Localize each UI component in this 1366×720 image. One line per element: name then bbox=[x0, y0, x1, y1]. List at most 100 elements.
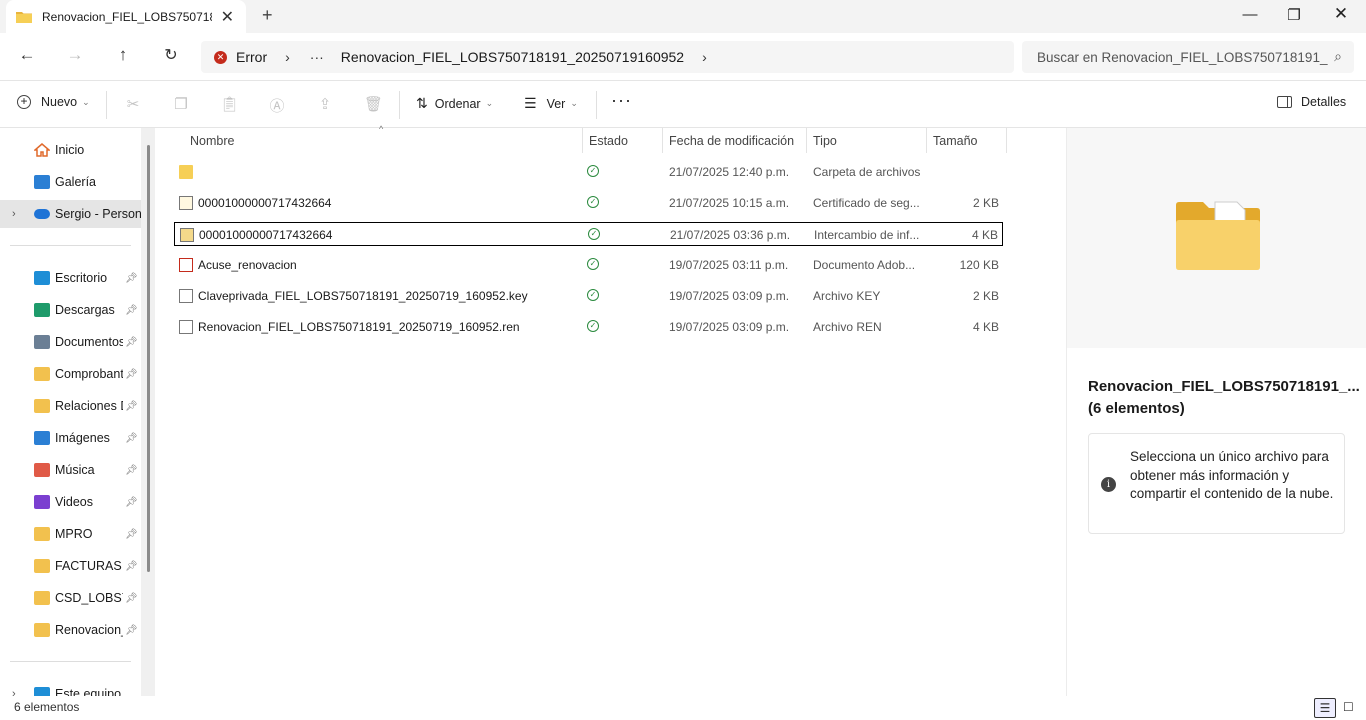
pin-icon[interactable]: 📌︎ bbox=[125, 465, 138, 476]
tab-title: Renovacion_FIEL_LOBS7507181 bbox=[42, 9, 212, 24]
column-header-modified[interactable]: Fecha de modificación bbox=[662, 128, 806, 153]
file-date: 21/07/2025 10:15 a.m. bbox=[669, 196, 790, 210]
sidebar-label: Descargas bbox=[55, 303, 115, 317]
chevron-right-icon[interactable]: › bbox=[702, 49, 707, 65]
rename-icon[interactable]: Ⓐ bbox=[268, 95, 286, 116]
more-path-button[interactable]: ··· bbox=[310, 49, 324, 65]
paste-icon[interactable]: 📋︎ bbox=[220, 95, 239, 113]
up-button[interactable]: ↑ bbox=[111, 45, 135, 65]
file-row[interactable]: ✓ 21/07/2025 12:40 p.m. Carpeta de archivo… bbox=[174, 160, 1003, 184]
pfx-icon bbox=[180, 228, 194, 242]
breadcrumb-current[interactable]: Renovacion_FIEL_LOBS750718191_2025071916… bbox=[341, 49, 684, 65]
file-name[interactable]: 00001000000717432664 bbox=[198, 196, 331, 210]
file-row[interactable]: 00001000000717432664 ✓ 21/07/2025 10:15 a.… bbox=[174, 191, 1003, 215]
sidebar-label: Imágenes bbox=[55, 431, 110, 445]
file-name[interactable]: Claveprivada_FIEL_LOBS750718191_20250719… bbox=[198, 289, 528, 303]
file-type: Archivo KEY bbox=[813, 289, 881, 303]
delete-icon[interactable]: 🗑︎ bbox=[364, 95, 383, 113]
pin-icon[interactable]: 📌︎ bbox=[125, 337, 138, 348]
error-label[interactable]: Error bbox=[236, 49, 267, 65]
pin-icon[interactable]: 📌︎ bbox=[125, 497, 138, 508]
pin-icon[interactable]: 📌︎ bbox=[125, 369, 138, 380]
divider bbox=[10, 661, 131, 662]
pin-icon[interactable]: 📌︎ bbox=[125, 625, 138, 636]
maximize-button[interactable]: ❐ bbox=[1284, 6, 1304, 24]
cut-icon[interactable]: ✂ bbox=[124, 95, 142, 113]
share-icon[interactable]: ⇪ bbox=[316, 95, 334, 113]
pin-icon[interactable]: 📌︎ bbox=[125, 529, 138, 540]
pin-icon[interactable]: 📌︎ bbox=[125, 273, 138, 284]
file-row[interactable]: 00001000000717432664 ✓ 21/07/2025 03:36 p.… bbox=[174, 222, 1003, 246]
tab-current-folder[interactable]: Renovacion_FIEL_LOBS7507181 ✕ bbox=[6, 0, 246, 33]
sidebar-label: MPRO bbox=[55, 527, 93, 541]
pin-icon[interactable]: 📌︎ bbox=[125, 561, 138, 572]
new-button[interactable]: + Nuevo ⌄ bbox=[17, 95, 90, 109]
certificate-icon bbox=[179, 196, 193, 210]
close-window-button[interactable]: ✕ bbox=[1331, 4, 1351, 24]
sidebar-item-pinned[interactable]: Música 📌︎ bbox=[0, 456, 141, 484]
details-label: Detalles bbox=[1301, 95, 1347, 109]
sidebar-item-onedrive[interactable]: › Sergio - Persona bbox=[0, 200, 141, 228]
folder-icon bbox=[34, 367, 50, 381]
more-options-button[interactable]: ··· bbox=[611, 90, 632, 111]
minimize-button[interactable]: — bbox=[1240, 6, 1260, 23]
chevron-right-icon[interactable]: › bbox=[12, 208, 16, 220]
info-icon: i bbox=[1101, 477, 1116, 492]
pin-icon[interactable]: 📌︎ bbox=[125, 593, 138, 604]
column-header-type[interactable]: Tipo bbox=[806, 128, 926, 153]
plus-circle-icon: + bbox=[17, 95, 31, 109]
search-input[interactable]: Buscar en Renovacion_FIEL_LOBS750718191_… bbox=[1022, 41, 1354, 73]
sidebar-item-pinned[interactable]: FACTURAS D📌︎ bbox=[0, 552, 141, 580]
sidebar-label: Renovacion_ bbox=[55, 623, 123, 637]
tiles-view-icon[interactable]: ☐ bbox=[1343, 700, 1354, 714]
sidebar-label: Sergio - Persona bbox=[55, 207, 141, 221]
file-date: 19/07/2025 03:09 p.m. bbox=[669, 289, 790, 303]
sidebar-item-home[interactable]: Inicio bbox=[0, 136, 141, 164]
pin-icon[interactable]: 📌︎ bbox=[125, 305, 138, 316]
back-button[interactable]: ← bbox=[15, 45, 39, 65]
sidebar-item-pinned[interactable]: Documentos 📌︎ bbox=[0, 328, 141, 356]
details-button[interactable]: Detalles bbox=[1277, 95, 1346, 109]
close-tab-icon[interactable]: ✕ bbox=[221, 7, 234, 27]
column-divider[interactable] bbox=[1006, 128, 1007, 153]
file-type: Intercambio de inf... bbox=[814, 228, 920, 242]
sidebar-item-pinned[interactable]: Comprobant 📌︎ bbox=[0, 360, 141, 388]
sidebar-item-pinned[interactable]: Descargas 📌︎ bbox=[0, 296, 141, 324]
chevron-right-icon[interactable]: › bbox=[285, 49, 290, 65]
sidebar-label: Música bbox=[55, 463, 95, 477]
chevron-right-icon[interactable]: › bbox=[12, 688, 16, 696]
info-text: Selecciona un único archivo para obtener… bbox=[1130, 449, 1334, 501]
column-header-status[interactable]: Estado bbox=[582, 128, 662, 153]
folder-icon bbox=[34, 399, 50, 413]
file-type: Documento Adob... bbox=[813, 258, 916, 272]
sidebar-item-this-pc[interactable]: › Este equipo bbox=[0, 680, 141, 696]
sidebar-item-pinned[interactable]: Relaciones D 📌︎ bbox=[0, 392, 141, 420]
file-row[interactable]: Renovacion_FIEL_LOBS750718191_20250719_1… bbox=[174, 315, 1003, 339]
file-name[interactable]: Acuse_renovacion bbox=[198, 258, 297, 272]
sidebar-item-pinned[interactable]: Escritorio 📌︎ bbox=[0, 264, 141, 292]
view-button[interactable]: ☰ Ver ⌄ bbox=[524, 95, 578, 112]
sidebar-item-gallery[interactable]: Galería bbox=[0, 168, 141, 196]
copy-icon[interactable]: ❐ bbox=[172, 95, 190, 113]
sidebar-item-pinned[interactable]: Renovacion_ 📌︎ bbox=[0, 616, 141, 644]
details-view-icon[interactable]: ☰ bbox=[1314, 698, 1336, 718]
file-name[interactable]: 00001000000717432664 bbox=[199, 228, 332, 242]
folder-preview-icon bbox=[1176, 201, 1260, 270]
refresh-button[interactable]: ↻ bbox=[159, 45, 183, 65]
sidebar-item-pinned[interactable]: CSD_LOBS75📌︎ bbox=[0, 584, 141, 612]
column-header-size[interactable]: Tamaño bbox=[926, 128, 1006, 153]
forward-button[interactable]: → bbox=[63, 45, 87, 65]
file-row[interactable]: Acuse_renovacion ✓ 19/07/2025 03:11 p.m. Do… bbox=[174, 253, 1003, 277]
error-icon: ✕ bbox=[214, 50, 227, 64]
sidebar-item-pinned[interactable]: MPRO 📌︎ bbox=[0, 520, 141, 548]
sidebar-item-pinned[interactable]: Videos 📌︎ bbox=[0, 488, 141, 516]
sidebar-item-pinned[interactable]: Imágenes 📌︎ bbox=[0, 424, 141, 452]
pin-icon[interactable]: 📌︎ bbox=[125, 401, 138, 412]
pin-icon[interactable]: 📌︎ bbox=[125, 433, 138, 444]
new-tab-button[interactable]: + bbox=[262, 5, 273, 26]
sidebar-scrollbar[interactable] bbox=[147, 145, 150, 572]
sort-button[interactable]: ⇅ Ordenar ⌄ bbox=[416, 95, 493, 112]
file-name[interactable]: Renovacion_FIEL_LOBS750718191_20250719_1… bbox=[198, 320, 520, 334]
file-row[interactable]: Claveprivada_FIEL_LOBS750718191_20250719… bbox=[174, 284, 1003, 308]
address-bar[interactable]: ✕ Error › ··· Renovacion_FIEL_LOBS750718… bbox=[201, 41, 1014, 73]
